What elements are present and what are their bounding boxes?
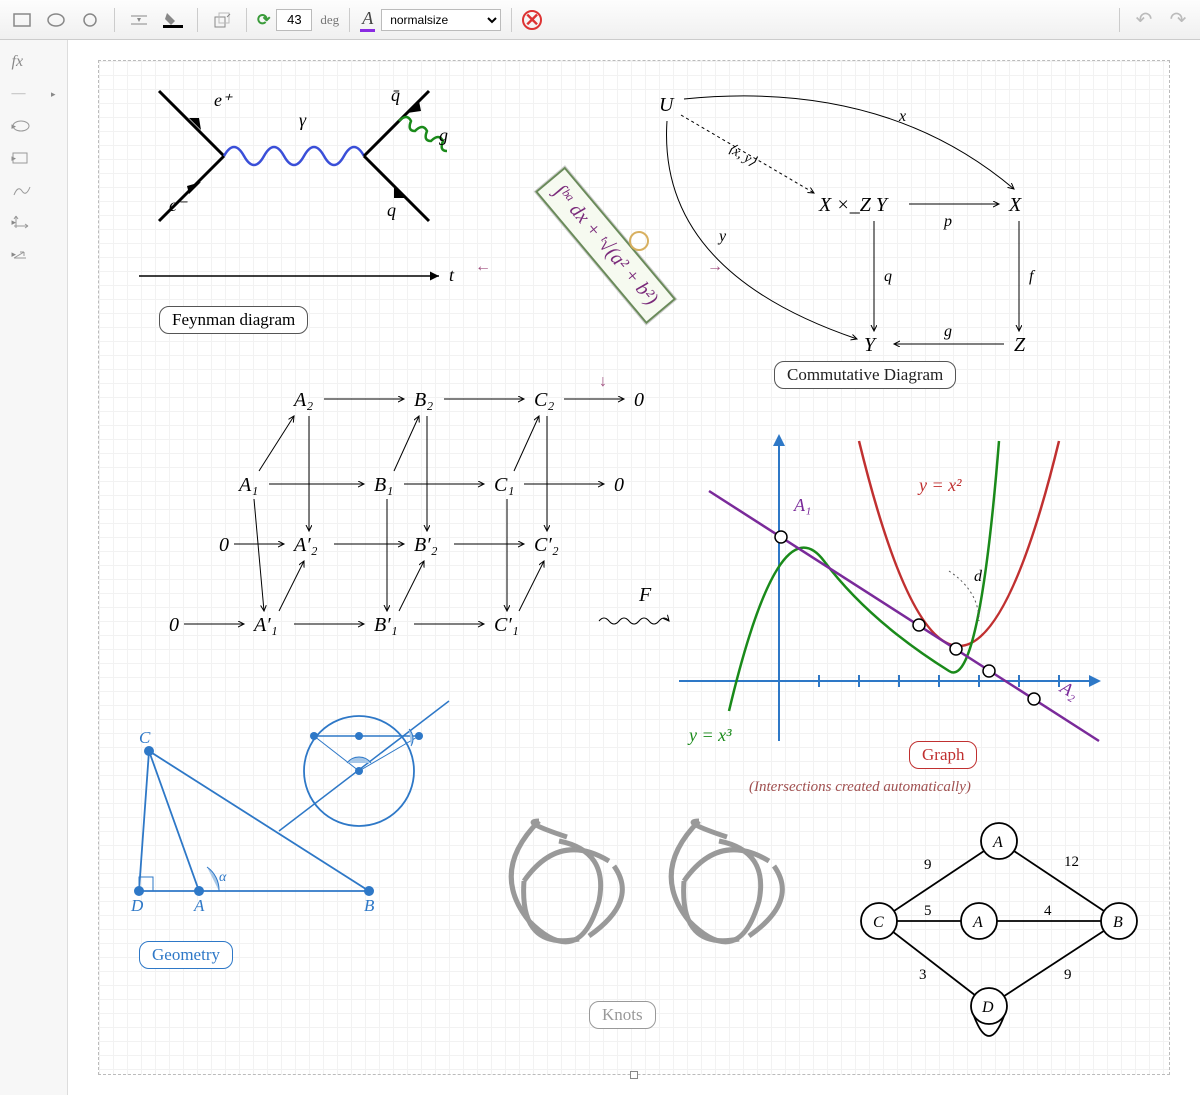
svg-text:A₁: A₁: [237, 474, 258, 496]
svg-text:q: q: [387, 200, 396, 220]
svg-text:B₁: B₁: [374, 474, 393, 496]
svg-text:0: 0: [634, 389, 644, 411]
commutative-label: Commutative Diagram: [774, 361, 956, 389]
svg-text:9: 9: [1064, 967, 1072, 983]
svg-text:3: 3: [919, 967, 927, 983]
arrow-tool[interactable]: ▸: [6, 240, 62, 268]
svg-text:e⁺: e⁺: [214, 90, 233, 110]
undo-icon[interactable]: ↶: [1130, 7, 1158, 33]
ellipse-tool-icon[interactable]: [42, 7, 70, 33]
exact-sequence-diagram: A₂ B₂ C₂ 0 A₁ B₁ C₁ 0 0 A′₂ B′₂ C′₂ 0 A′…: [159, 381, 719, 641]
svg-text:q̄: q̄: [391, 85, 400, 105]
svg-text:4: 4: [1044, 903, 1052, 919]
rect-tool-icon[interactable]: [8, 7, 36, 33]
fill-color-icon[interactable]: [159, 7, 187, 33]
graph-label: Graph: [909, 741, 977, 769]
svg-text:C₂: C₂: [534, 389, 554, 411]
commutative-diagram: U X ×_Z Y X Y Z x y ⟨x, y⟩ p q: [639, 81, 1059, 361]
geometry-figure: α C D A B: [119, 681, 479, 941]
svg-text:C₁: C₁: [494, 474, 514, 496]
svg-text:A₁: A₁: [793, 495, 811, 515]
svg-text:Z: Z: [1014, 334, 1026, 356]
rect-tool[interactable]: ▸: [6, 144, 62, 172]
ellipse-tool[interactable]: ▸: [6, 112, 62, 140]
svg-text:A₂: A₂: [292, 389, 313, 411]
svg-text:g: g: [944, 323, 952, 340]
feynman-diagram: e⁺ e⁻ γ q̄ q g t: [119, 71, 479, 291]
svg-text:D: D: [981, 999, 994, 1016]
svg-text:A: A: [992, 834, 1003, 851]
svg-text:9: 9: [924, 857, 932, 873]
axes-tool[interactable]: ▸: [6, 208, 62, 236]
svg-text:F: F: [638, 584, 652, 606]
svg-text:D: D: [130, 896, 144, 915]
svg-text:A: A: [972, 914, 983, 931]
svg-text:x: x: [898, 108, 906, 125]
svg-text:γ: γ: [299, 110, 307, 130]
svg-text:12: 12: [1064, 854, 1079, 870]
angle-icon: ⟳: [257, 10, 270, 30]
svg-text:p: p: [943, 213, 952, 230]
drawing-canvas[interactable]: e⁺ e⁻ γ q̄ q g t Feynman diagram ∫ᵇᵃ dx …: [98, 60, 1170, 1075]
svg-text:0: 0: [169, 614, 179, 636]
font-size-select[interactable]: normalsize: [381, 9, 501, 31]
angle-input[interactable]: [276, 9, 312, 31]
line-tool[interactable]: —▸: [6, 80, 62, 108]
line-style-icon[interactable]: [125, 7, 153, 33]
redo-icon[interactable]: ↷: [1164, 7, 1192, 33]
function-graph: d y = x² y = x³ A₁ A₂: [669, 431, 1109, 761]
svg-text:U: U: [659, 94, 675, 116]
geometry-label: Geometry: [139, 941, 233, 969]
svg-text:g: g: [439, 125, 448, 145]
svg-text:e⁻: e⁻: [169, 195, 188, 215]
svg-text:B₂: B₂: [414, 389, 433, 411]
svg-text:C: C: [873, 914, 884, 931]
svg-text:C: C: [139, 728, 151, 747]
svg-text:y: y: [717, 228, 727, 245]
svg-text:0: 0: [614, 474, 624, 496]
svg-text:B: B: [1113, 914, 1123, 931]
svg-text:y = x²: y = x²: [917, 475, 962, 495]
svg-text:A′₂: A′₂: [292, 534, 318, 556]
knots-label: Knots: [589, 1001, 656, 1029]
svg-text:5: 5: [924, 903, 932, 919]
transform-icon[interactable]: [208, 7, 236, 33]
feynman-label: Feynman diagram: [159, 306, 308, 334]
svg-text:B: B: [364, 896, 375, 915]
fx-tool[interactable]: fx: [6, 48, 62, 76]
svg-text:f: f: [1029, 268, 1036, 285]
knots-figure: [479, 781, 799, 981]
svg-text:d: d: [974, 568, 983, 585]
svg-text:X: X: [1008, 194, 1022, 216]
resize-handle[interactable]: [630, 1071, 638, 1079]
svg-text:q: q: [884, 268, 892, 285]
svg-text:t: t: [449, 265, 455, 285]
svg-text:A: A: [193, 896, 205, 915]
angle-unit-label: deg: [320, 12, 339, 28]
svg-text:⟨x, y⟩: ⟨x, y⟩: [725, 141, 759, 169]
curve-tool[interactable]: [6, 176, 62, 204]
svg-text:α: α: [219, 870, 227, 885]
svg-text:y = x³: y = x³: [687, 725, 732, 745]
text-tool-icon[interactable]: A: [360, 8, 375, 32]
svg-text:B′₁: B′₁: [374, 614, 398, 636]
svg-text:C′₁: C′₁: [494, 614, 519, 636]
svg-text:C′₂: C′₂: [534, 534, 559, 556]
toolbar: ⟳ deg A normalsize ✕ ↶ ↷: [0, 0, 1200, 40]
svg-text:A′₁: A′₁: [252, 614, 278, 636]
svg-text:←: ←: [475, 258, 491, 275]
close-icon[interactable]: ✕: [522, 10, 542, 30]
weighted-graph: A C A B D 9 12 5 4 3 9: [839, 811, 1159, 1061]
svg-text:Y: Y: [864, 334, 877, 356]
side-toolbar: fx —▸ ▸ ▸ ▸ ▸: [0, 40, 68, 1095]
svg-text:X ×_Z Y: X ×_Z Y: [818, 194, 889, 216]
svg-text:0: 0: [219, 534, 229, 556]
svg-text:B′₂: B′₂: [414, 534, 438, 556]
circle-tool-icon[interactable]: [76, 7, 104, 33]
